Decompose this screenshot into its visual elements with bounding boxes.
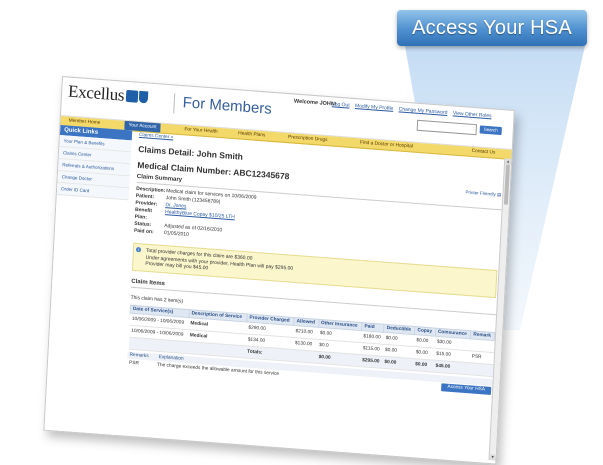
- logout-link[interactable]: Log Out: [332, 101, 350, 108]
- table-cell: $0.00: [316, 350, 361, 367]
- table-cell: $45.00: [433, 359, 470, 375]
- totals-label: Totals:: [244, 345, 293, 361]
- remark-code: PSR: [128, 360, 140, 367]
- tab-prescription-drugs[interactable]: Prescription Drugs: [288, 133, 328, 145]
- other-roles-link[interactable]: View Other Roles: [453, 110, 492, 119]
- printer-friendly-link[interactable]: Printer Friendly ▤: [465, 190, 501, 199]
- quick-links-sidebar: Quick Links Your Plan & Benefits Claims …: [44, 125, 133, 440]
- tab-for-your-health[interactable]: For Your Health: [184, 125, 218, 136]
- change-password-link[interactable]: Change My Password: [398, 106, 447, 116]
- summary-label: Paid on:: [133, 227, 154, 236]
- modify-profile-link[interactable]: Modify My Profile: [355, 103, 394, 112]
- scroll-down-icon[interactable]: ▼: [489, 454, 496, 461]
- portal-title: For Members: [182, 94, 273, 118]
- scroll-thumb[interactable]: [503, 164, 510, 205]
- search-input[interactable]: [416, 119, 478, 136]
- access-hsa-callout: Access Your HSA: [397, 10, 587, 46]
- table-cell: $0.00: [412, 358, 434, 372]
- table-cell: $0.00: [382, 355, 414, 371]
- welcome-text: Welcome JOHN!: [293, 98, 337, 108]
- printer-icon: ▤: [497, 191, 502, 198]
- tab-health-plans[interactable]: Health Plans: [238, 129, 266, 140]
- member-portal-screen: Excellus For Members Welcome JOHN! Log O…: [43, 76, 515, 465]
- summary-value: 01/05/2010: [163, 230, 190, 238]
- shield-icon: [138, 90, 149, 104]
- account-links: Log Out Modify My Profile Change My Pass…: [332, 101, 496, 119]
- header-divider: [173, 93, 176, 114]
- tab-contact-us[interactable]: Contact Us: [471, 147, 495, 158]
- table-cell: $295.00: [359, 354, 383, 368]
- search-button[interactable]: Search: [479, 125, 502, 136]
- cross-icon: [125, 89, 139, 103]
- table-cell: [291, 348, 317, 363]
- claim-detail-content: Claims Center » Claims Detail: John Smit…: [120, 133, 509, 461]
- brand-logo: Excellus: [68, 82, 149, 108]
- table-cell: [468, 362, 494, 377]
